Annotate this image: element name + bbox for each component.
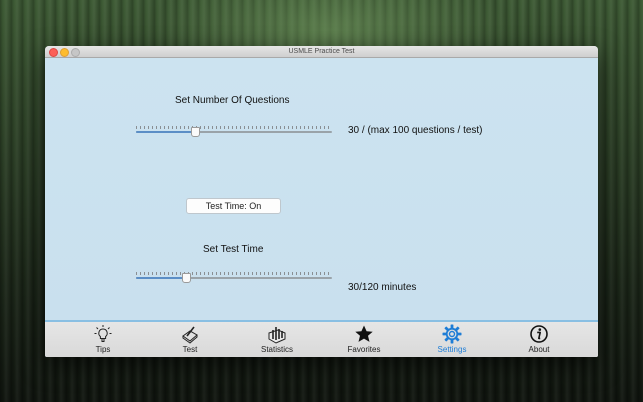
star-icon	[355, 325, 373, 342]
tab-tips-label: Tips	[95, 345, 111, 354]
statistics-icon	[268, 327, 286, 344]
tab-test-label: Test	[182, 345, 198, 354]
time-slider-ticks	[136, 272, 332, 275]
tab-statistics-label: Statistics	[260, 345, 293, 354]
tab-bar: Tips Test Statistics Favorites Settings …	[45, 320, 598, 357]
time-slider-fill	[136, 277, 185, 279]
app-window: USMLE Practice Test Set Number Of Questi…	[45, 46, 598, 357]
tab-statistics[interactable]: Statistics	[247, 324, 307, 357]
tab-settings-label: Settings	[437, 345, 467, 354]
info-icon	[530, 325, 548, 343]
tab-about-label: About	[528, 345, 550, 354]
lightbulb-icon	[94, 325, 112, 342]
questions-slider-fill	[136, 131, 195, 133]
pencil-paper-icon	[182, 326, 198, 344]
gear-icon	[442, 324, 462, 344]
tab-favorites[interactable]: Favorites	[334, 324, 394, 357]
questions-slider-ticks	[136, 126, 332, 129]
title-bar: USMLE Practice Test	[45, 46, 598, 58]
tab-test[interactable]: Test	[160, 324, 220, 357]
test-time-slider[interactable]	[136, 271, 332, 285]
settings-panel: Set Number Of Questions 30 / (max 100 qu…	[45, 58, 598, 320]
tab-about[interactable]: About	[509, 324, 569, 357]
window-title: USMLE Practice Test	[288, 48, 355, 55]
questions-slider[interactable]	[136, 125, 332, 139]
questions-section-title: Set Number Of Questions	[175, 95, 290, 106]
test-time-toggle-button[interactable]: Test Time: On	[186, 198, 281, 214]
tab-tips[interactable]: Tips	[73, 324, 133, 357]
tab-settings[interactable]: Settings	[422, 324, 482, 357]
time-slider-knob[interactable]	[181, 273, 191, 283]
tab-favorites-label: Favorites	[347, 345, 381, 354]
questions-slider-knob[interactable]	[191, 127, 201, 137]
time-value-label: 30/120 minutes	[348, 282, 417, 293]
questions-value-label: 30 / (max 100 questions / test)	[348, 125, 483, 136]
time-section-title: Set Test Time	[203, 244, 264, 255]
